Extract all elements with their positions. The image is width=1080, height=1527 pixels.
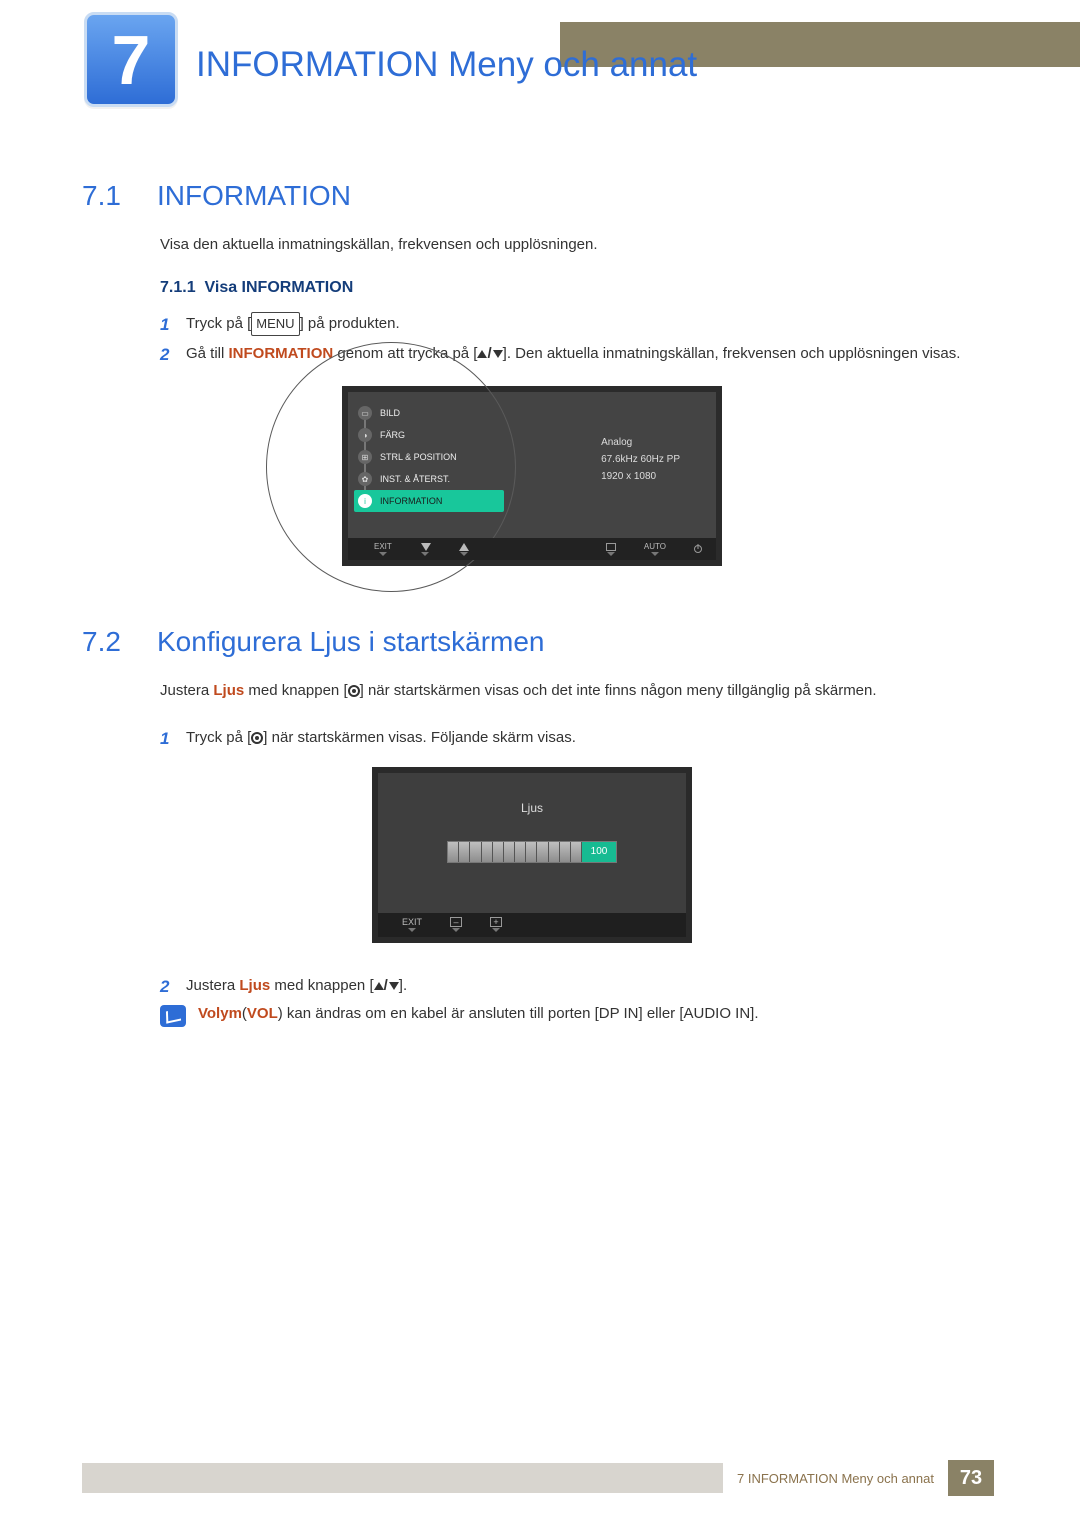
- chapter-number: 7: [112, 20, 151, 100]
- step-text: ] på produkten.: [300, 315, 400, 332]
- osd-exit-label: EXIT: [402, 917, 422, 932]
- jog-button-icon: [348, 685, 360, 697]
- color-icon: ◑: [358, 428, 372, 442]
- section-7-2-intro: Justera Ljus med knappen [ ] när startskä…: [160, 682, 982, 699]
- step-2: 2 Gå till INFORMATION genom att trycka p…: [160, 341, 982, 367]
- picture-icon: ▭: [358, 406, 372, 420]
- step-text: ] när startskärmen visas. Följande skärm…: [263, 729, 576, 746]
- section-7-1-heading: 7.1INFORMATION: [82, 180, 982, 212]
- chapter-badge: 7: [84, 12, 178, 107]
- osd-menu-inst: ✿ INST. & ÅTERST.: [354, 468, 504, 490]
- highlight-vol: VOL: [247, 1005, 278, 1022]
- osd-resolution: 1920 x 1080: [601, 468, 680, 485]
- subsection-title: Visa INFORMATION: [204, 279, 353, 296]
- note-row: Volym(VOL) kan ändras om en kabel är ans…: [160, 1005, 982, 1027]
- osd-source: Analog: [601, 434, 680, 451]
- info-icon: i: [358, 494, 372, 508]
- osd-exit-label: EXIT: [374, 542, 392, 556]
- section-7-2-heading: 7.2Konfigurera Ljus i startskärmen: [82, 626, 982, 658]
- osd-minus-icon: –: [450, 917, 462, 932]
- osd-ljus-title: Ljus: [521, 801, 543, 815]
- step-1: 1 Tryck på [MENU] på produkten.: [160, 311, 982, 337]
- subsection-7-1-1-heading: 7.1.1 Visa INFORMATION: [160, 279, 982, 297]
- osd-down-icon: [420, 543, 431, 556]
- menu-key: MENU: [251, 312, 299, 336]
- osd-power-icon: [694, 545, 702, 553]
- section-7-1-number: 7.1: [82, 180, 157, 212]
- step-text: Tryck på [: [186, 315, 251, 332]
- steps-7-2-cont: 2 Justera Ljus med knappen [/].: [160, 973, 982, 999]
- osd-menu-list: ▭ BILD ◑ FÄRG ⊞ STRL & POSITION ✿ INST. & ÅT…: [354, 402, 504, 512]
- step-number: 2: [160, 973, 169, 1002]
- gear-icon: ✿: [358, 472, 372, 486]
- section-7-2-title: Konfigurera Ljus i startskärmen: [157, 626, 545, 657]
- osd-ljus-value: 100: [582, 842, 616, 862]
- step-2: 2 Justera Ljus med knappen [/].: [160, 973, 982, 999]
- osd-enter-icon: [606, 543, 616, 556]
- step-text: Gå till: [186, 345, 229, 362]
- osd-menu-strl: ⊞ STRL & POSITION: [354, 446, 504, 468]
- step-number: 2: [160, 341, 169, 370]
- osd-menu-label: BILD: [380, 408, 400, 418]
- subsection-number: 7.1.1: [160, 279, 196, 296]
- note-text: Volym(VOL) kan ändras om en kabel är ans…: [198, 1005, 759, 1022]
- step-text: genom att trycka på [: [333, 345, 477, 362]
- osd-menu-label: STRL & POSITION: [380, 452, 457, 462]
- osd-menu-label: FÄRG: [380, 430, 405, 440]
- osd-figure-ljus: Ljus 100 EXIT – +: [82, 767, 982, 943]
- note-icon: [160, 1005, 186, 1027]
- size-icon: ⊞: [358, 450, 372, 464]
- footer-text: 7 INFORMATION Meny och annat: [737, 1471, 934, 1486]
- osd-bottom-bar: EXIT AUTO: [348, 538, 716, 560]
- osd-info-panel: Analog 67.6kHz 60Hz PP 1920 x 1080: [601, 434, 680, 485]
- highlight-information: INFORMATION: [229, 345, 334, 362]
- step-text: med knappen [: [270, 977, 373, 994]
- osd-plus-icon: +: [490, 917, 502, 932]
- step-1: 1 Tryck på [ ] när startskärmen visas. Fö…: [160, 725, 982, 751]
- jog-button-icon: [251, 732, 263, 744]
- osd2-bottom-bar: EXIT – +: [378, 913, 686, 937]
- step-number: 1: [160, 311, 169, 340]
- note-text: ) kan ändras om en kabel är ansluten til…: [278, 1005, 759, 1022]
- step-text: Justera: [186, 977, 239, 994]
- osd-frequency: 67.6kHz 60Hz PP: [601, 451, 680, 468]
- intro-text: ] när startskärmen visas och det inte fi…: [360, 682, 877, 699]
- step-text: ].: [399, 977, 407, 994]
- osd-menu-label: INFORMATION: [380, 496, 442, 506]
- up-down-icon: /: [477, 341, 502, 367]
- intro-text: Justera: [160, 682, 213, 699]
- step-text: ]. Den aktuella inmatningskällan, frekve…: [503, 345, 961, 362]
- step-number: 1: [160, 725, 169, 754]
- chapter-title: INFORMATION Meny och annat: [196, 45, 697, 85]
- section-7-1-title: INFORMATION: [157, 180, 351, 211]
- footer-bar: [82, 1463, 723, 1493]
- osd-menu-bild: ▭ BILD: [354, 402, 504, 424]
- highlight-volym: Volym: [198, 1005, 242, 1022]
- osd-menu-information: i INFORMATION: [354, 490, 504, 512]
- section-7-1-intro: Visa den aktuella inmatningskällan, frek…: [160, 236, 982, 253]
- intro-text: med knappen [: [244, 682, 347, 699]
- osd-figure-information: ▭ BILD ◑ FÄRG ⊞ STRL & POSITION ✿ INST. & ÅT…: [82, 386, 982, 566]
- page-footer: 7 INFORMATION Meny och annat 73: [82, 1459, 994, 1497]
- steps-7-1-1: 1 Tryck på [MENU] på produkten. 2 Gå til…: [160, 311, 982, 366]
- page-number: 73: [948, 1460, 994, 1496]
- osd-ljus-slider: 100: [447, 841, 617, 863]
- step-text: Tryck på [: [186, 729, 251, 746]
- steps-7-2: 1 Tryck på [ ] när startskärmen visas. Fö…: [160, 725, 982, 751]
- highlight-ljus: Ljus: [239, 977, 270, 994]
- osd-menu-label: INST. & ÅTERST.: [380, 474, 450, 484]
- highlight-ljus: Ljus: [213, 682, 244, 699]
- osd-menu-farg: ◑ FÄRG: [354, 424, 504, 446]
- osd-up-icon: [459, 543, 469, 556]
- up-down-icon: /: [374, 973, 399, 999]
- section-7-2-number: 7.2: [82, 626, 157, 658]
- osd-auto-label: AUTO: [644, 542, 666, 556]
